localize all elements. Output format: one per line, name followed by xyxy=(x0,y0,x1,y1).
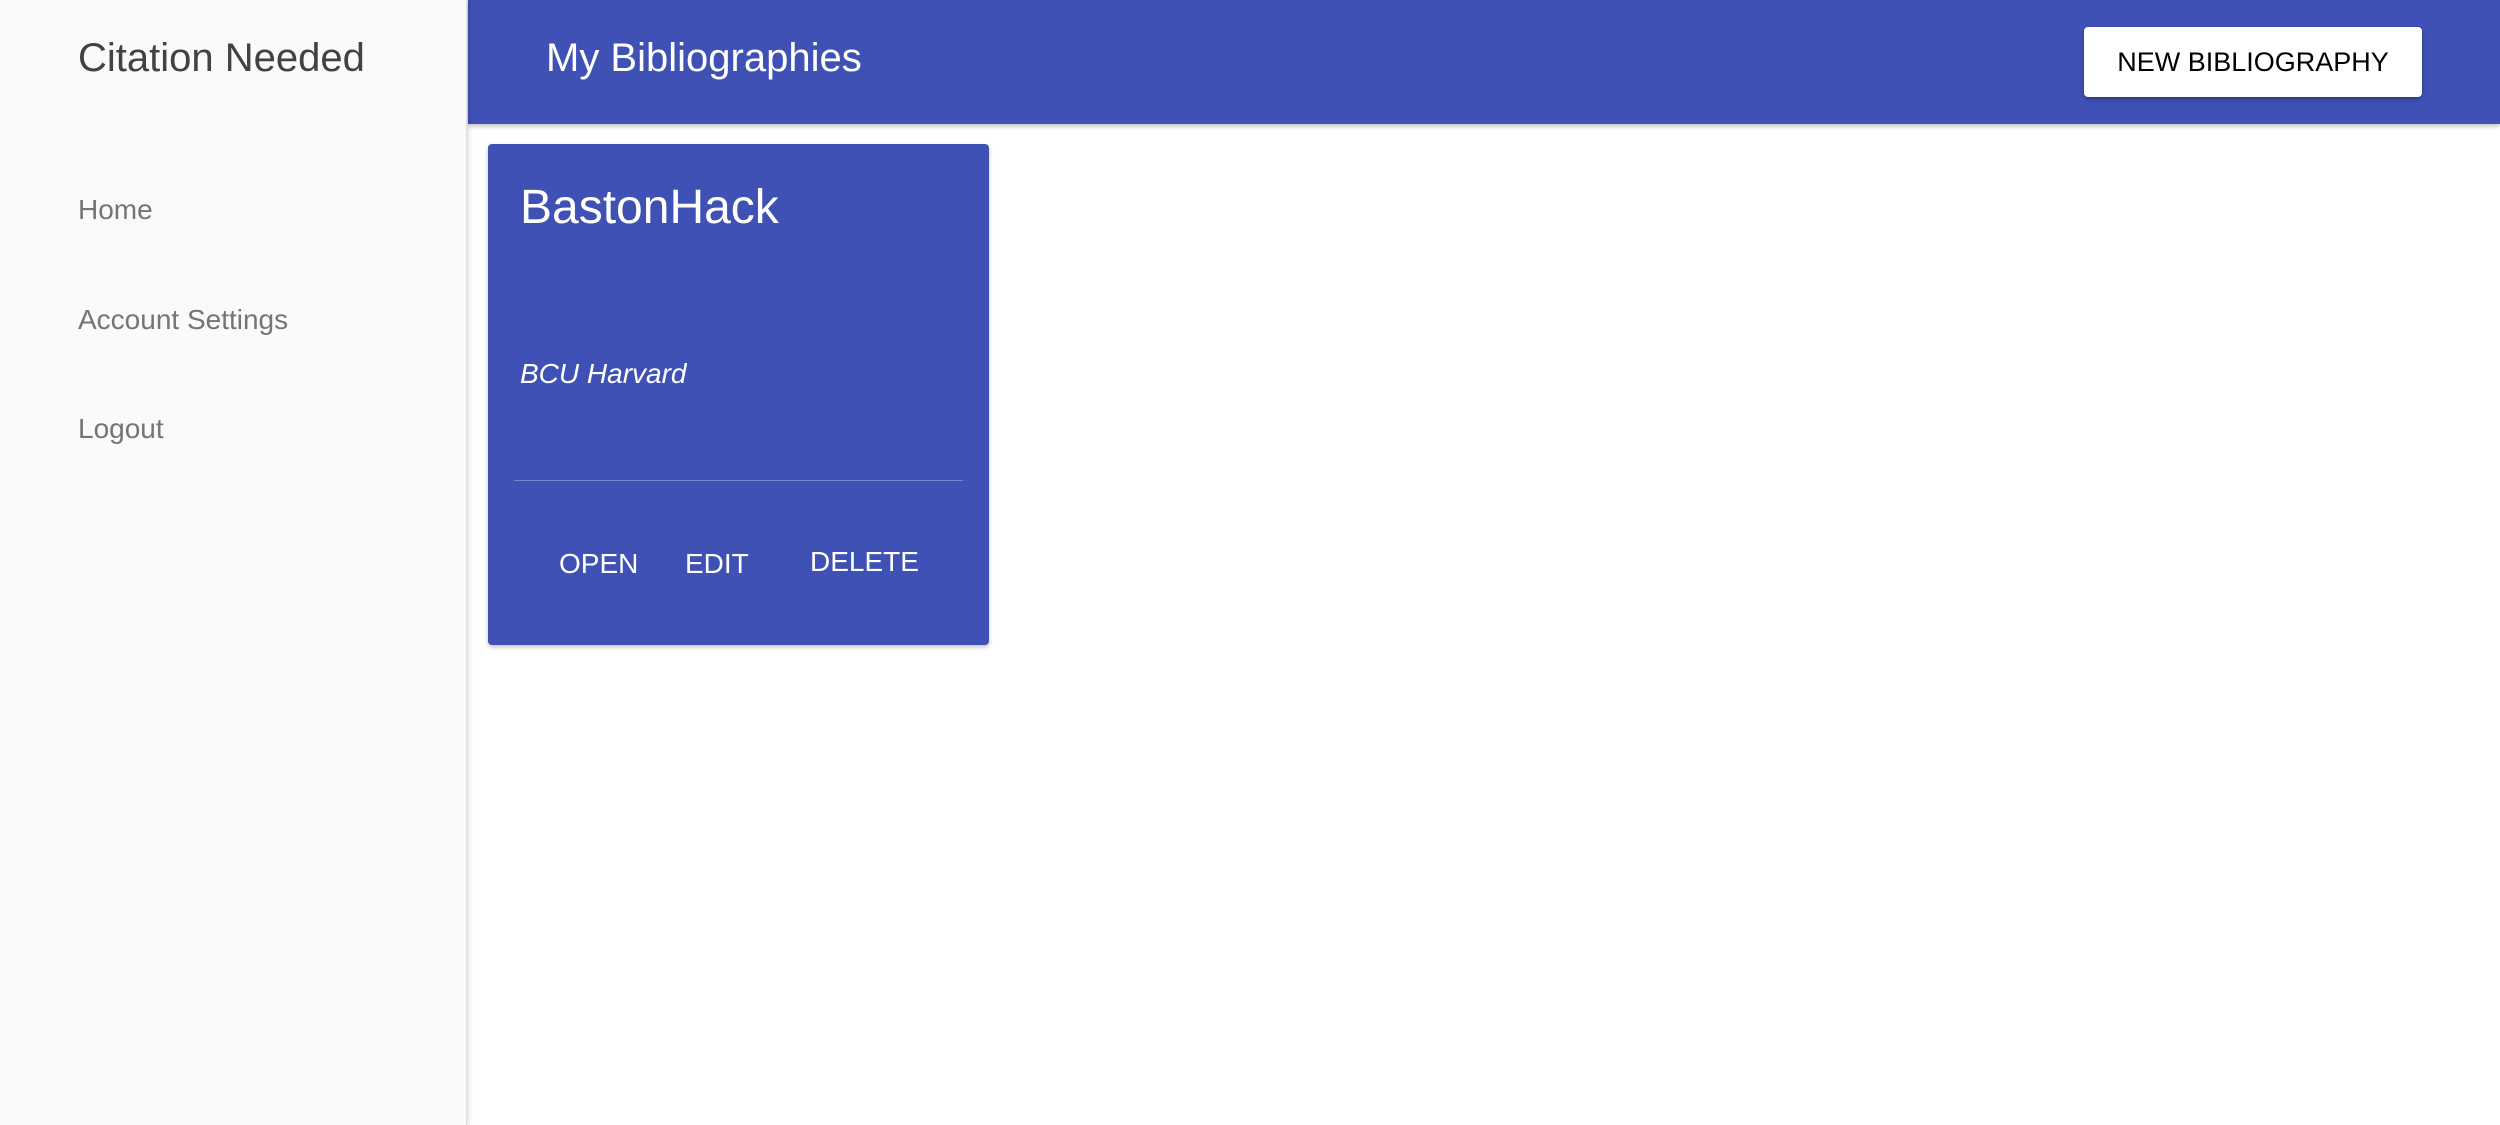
sidebar-item-home[interactable]: Home xyxy=(78,194,153,226)
bibliography-card: BastonHack BCU Harvard OPEN EDIT DELETE xyxy=(488,144,989,645)
sidebar-item-logout[interactable]: Logout xyxy=(78,413,164,445)
citation-style-label: BCU Harvard xyxy=(520,358,687,389)
new-bibliography-button[interactable]: NEW BIBLIOGRAPHY xyxy=(2084,27,2422,97)
sidebar-item-account-settings[interactable]: Account Settings xyxy=(78,304,288,336)
bibliography-title: BastonHack xyxy=(520,181,779,234)
page-title: My Bibliographies xyxy=(546,36,862,80)
delete-button[interactable]: DELETE xyxy=(810,546,919,578)
app-brand: Citation Needed xyxy=(78,36,365,80)
edit-button[interactable]: EDIT xyxy=(685,548,749,580)
open-button[interactable]: OPEN xyxy=(559,548,638,580)
card-divider xyxy=(514,480,963,481)
app-bar: My Bibliographies NEW BIBLIOGRAPHY xyxy=(468,0,2500,124)
sidebar: Citation Needed Home Account Settings Lo… xyxy=(0,0,467,1125)
